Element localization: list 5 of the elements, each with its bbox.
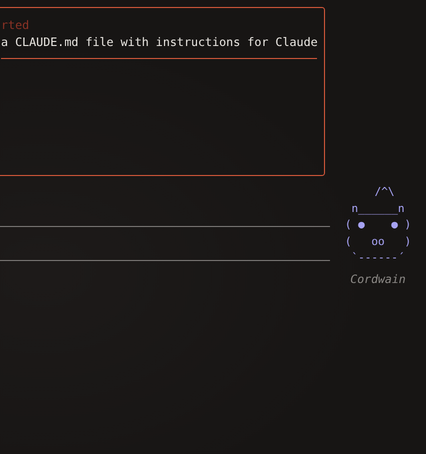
mascot-ascii-art: /^\ n______n ( ● ● ) ( oo ) `------´ [344,184,412,266]
input-field[interactable] [0,226,330,261]
status-text: rted [1,17,30,34]
mascot-name: Cordwain [350,272,406,286]
task-text: a CLAUDE.md file with instructions for Claude [1,34,319,51]
